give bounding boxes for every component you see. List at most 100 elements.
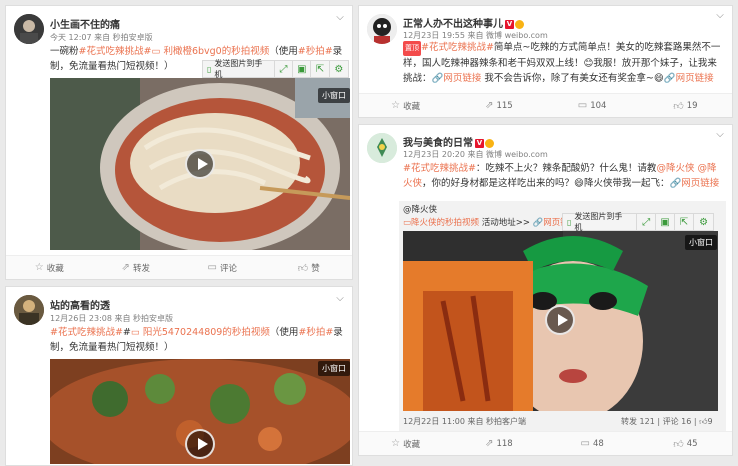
post-text: #花式吃辣挑战##▭ 阳光5470244809的秒拍视频（使用#秒拍#录制，免流… <box>50 327 343 353</box>
hashtag-link[interactable]: #花式吃辣挑战# <box>79 46 152 57</box>
repost-button[interactable]: ⇗ 转发 <box>93 262 180 274</box>
image-toolbar: ▯ 发送图片到手机 ⤢ ▣ ⇱ ⚙ <box>202 59 349 79</box>
post-card-2: 站的高看的透 12月26日 23:08 来自 秒拍安卓版 ⌵ #花式吃辣挑战##… <box>5 286 353 466</box>
web-link[interactable]: 🔗网页链接 <box>432 73 482 84</box>
emoji-icon: 😄 <box>653 73 664 84</box>
emoji-icon: 😊 <box>583 58 594 69</box>
comment-icon: ▭ <box>577 100 588 111</box>
action-bar: ☆ 收藏 ⇗ 118 ▭ 48 👍︎ 45 <box>359 431 732 455</box>
settings-icon[interactable]: ⚙ <box>694 214 713 230</box>
video-link[interactable]: 降火侠的秒拍视频 <box>411 218 479 228</box>
video-link[interactable]: 阳光5470244809的秒拍视频 <box>143 327 270 338</box>
video-player[interactable]: 小窗口 <box>50 78 350 250</box>
expand-icon[interactable]: ⤢ <box>637 214 657 230</box>
phone-icon: ▯ <box>567 217 572 227</box>
user-name[interactable]: 站的高看的透 <box>50 297 110 312</box>
chevron-down-icon[interactable]: ⌵ <box>714 129 726 141</box>
star-icon: ☆ <box>391 438 401 449</box>
post-card-4: 我与美食的日常 V 12月23日 20:20 来自 微博 weibo.com ⌵ … <box>358 124 733 456</box>
favorite-button[interactable]: ☆ 收藏 <box>359 100 452 112</box>
verified-icon: V <box>475 138 484 148</box>
avatar[interactable] <box>367 133 397 163</box>
avatar-image <box>14 14 44 44</box>
app-tag-link[interactable]: #秒拍# <box>298 327 333 338</box>
mention-link[interactable]: @降火侠 <box>656 163 694 174</box>
post-meta: 今天 12:07 来自 秒拍安卓版 <box>50 33 153 42</box>
expand-icon[interactable]: ⤢ <box>275 61 294 77</box>
like-button[interactable]: 👍︎ 45 <box>639 438 732 450</box>
user-name[interactable]: 小生画不住的痛 <box>50 16 120 31</box>
settings-icon[interactable]: ⚙ <box>330 61 348 77</box>
pinned-badge: 置顶 <box>403 41 421 56</box>
avatar[interactable] <box>14 295 44 325</box>
hashtag-link[interactable]: #花式吃辣挑战# <box>50 327 123 338</box>
image-toolbar: ▯ 发送图片到手机 ⤢ ▣ ⇱ ⚙ <box>562 212 714 232</box>
video-player[interactable]: 小窗口 <box>50 359 350 464</box>
star-icon: ☆ <box>391 100 401 111</box>
video-player[interactable]: 小窗口 <box>403 231 718 411</box>
avatar[interactable] <box>367 14 397 44</box>
send-to-phone-button[interactable]: ▯ 发送图片到手机 <box>563 212 638 232</box>
repost-button[interactable]: ⇗ 118 <box>452 438 545 449</box>
like-button[interactable]: 👍︎ 19 <box>639 100 732 112</box>
repost-button[interactable]: ⇗ 115 <box>452 100 545 111</box>
post-meta: 12月23日 20:20 来自 微博 weibo.com <box>403 150 548 159</box>
comment-icon: ▭ <box>580 438 590 449</box>
web-link[interactable]: 🔗网页链接 <box>664 73 714 84</box>
comment-button[interactable]: ▭ 104 <box>546 100 639 111</box>
chevron-down-icon[interactable]: ⌵ <box>334 12 346 24</box>
vip-icon <box>485 138 494 148</box>
web-link[interactable]: 🔗网页链接 <box>669 178 719 189</box>
play-button[interactable] <box>185 429 215 459</box>
chevron-down-icon[interactable]: ⌵ <box>334 293 346 305</box>
action-bar: ☆ 收藏 ⇗ 转发 ▭ 评论 👍︎ 赞 <box>6 255 352 279</box>
app-tag-link[interactable]: #秒拍# <box>298 46 333 57</box>
play-button[interactable] <box>545 305 575 335</box>
action-bar: ☆ 收藏 ⇗ 115 ▭ 104 👍︎ 19 <box>359 93 732 117</box>
video-link[interactable]: 利橄橙6bvg0的秒拍视频 <box>163 46 269 57</box>
user-name[interactable]: 正常人办不出这种事儿 V <box>403 15 524 30</box>
avatar-image <box>14 295 44 325</box>
share-icon[interactable]: ⇱ <box>311 61 330 77</box>
hashtag-link[interactable]: #花式吃辣挑战# <box>421 42 494 53</box>
chevron-down-icon[interactable]: ⌵ <box>714 10 726 22</box>
like-button[interactable]: 👍︎ 赞 <box>266 262 353 274</box>
hashtag-link[interactable]: #花式吃辣挑战# <box>403 163 476 174</box>
post-card-1: 小生画不住的痛 今天 12:07 来自 秒拍安卓版 ⌵ 一碗粉#花式吃辣挑战#▭… <box>5 5 353 280</box>
user-name[interactable]: 我与美食的日常 V <box>403 134 494 149</box>
save-icon[interactable]: ▣ <box>293 61 312 77</box>
video-icon: ▭ <box>130 327 143 338</box>
emoji-icon: 😄 <box>574 178 584 189</box>
favorite-button[interactable]: ☆ 收藏 <box>6 262 93 274</box>
repost-time: 12月22日 11:00 来自 秒拍客户端 <box>403 417 527 426</box>
avatar[interactable] <box>14 14 44 44</box>
star-icon: ☆ <box>34 262 44 273</box>
play-button[interactable] <box>185 149 215 179</box>
thumbs-up-icon: 👍︎ <box>297 262 309 274</box>
repost-icon: ⇗ <box>121 262 130 273</box>
post-meta: 12月26日 23:08 来自 秒拍安卓版 <box>50 314 174 323</box>
video-icon: ▭ <box>151 46 164 57</box>
repost-stats: 转发 121 | 评论 16 | 👍︎9 <box>621 417 713 426</box>
share-icon[interactable]: ⇱ <box>675 214 695 230</box>
video-icon: ▭ <box>403 218 412 228</box>
mini-window-button[interactable]: 小窗口 <box>685 235 717 250</box>
thumbs-up-icon: 👍︎ <box>673 100 684 112</box>
comment-icon: ▭ <box>207 262 217 273</box>
save-icon[interactable]: ▣ <box>656 214 676 230</box>
post-text: #花式吃辣挑战#：吃辣不上火？辣条配酸奶？什么鬼！请教@降火侠 @降火侠，你的好… <box>403 163 720 189</box>
mini-window-button[interactable]: 小窗口 <box>318 361 350 376</box>
avatar-image <box>367 133 397 163</box>
vip-icon <box>515 19 524 29</box>
favorite-button[interactable]: ☆ 收藏 <box>359 438 452 450</box>
comment-button[interactable]: ▭ 48 <box>546 438 639 449</box>
post-card-3: 正常人办不出这种事儿 V 12月23日 19:55 来自 微博 weibo.com… <box>358 5 733 118</box>
original-author[interactable]: @降火侠 <box>403 203 437 215</box>
post-text: 置顶 #花式吃辣挑战#简单点~吃辣的方式简单点！美女的吃辣套路果然不一样，国人吃辣… <box>403 41 721 84</box>
repost-icon: ⇗ <box>485 100 494 111</box>
mini-window-button[interactable]: 小窗口 <box>318 88 350 103</box>
comment-button[interactable]: ▭ 评论 <box>179 262 266 274</box>
send-to-phone-button[interactable]: ▯ 发送图片到手机 <box>203 59 275 79</box>
repost-text: ▭降火侠的秒拍视频 活动地址>> 🔗网页链接 <box>403 218 578 228</box>
phone-icon: ▯ <box>207 64 212 74</box>
